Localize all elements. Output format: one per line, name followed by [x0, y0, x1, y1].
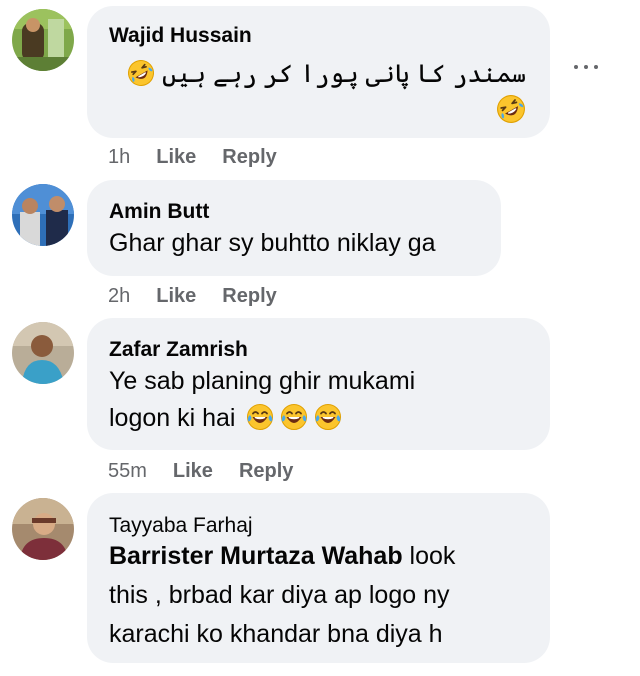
comment-text-line: this , brbad kar diya ap logo ny: [109, 581, 450, 609]
comment-text: Ghar ghar sy buhtto niklay ga: [109, 229, 436, 257]
comment-author[interactable]: Wajid Hussain: [109, 24, 252, 48]
comment-text-line: Barrister Murtaza Wahab look: [109, 537, 455, 576]
comment-bubble: Tayyaba Farhaj Barrister Murtaza Wahab l…: [87, 493, 550, 663]
comment-text-content: logon ki hai: [109, 404, 236, 432]
comment-bubble: Zafar Zamrish Ye sab planing ghir mukami…: [87, 318, 550, 450]
avatar[interactable]: [12, 498, 74, 560]
face-with-tears-of-joy-emoji-icon: [314, 403, 342, 431]
more-options-icon[interactable]: [572, 60, 600, 74]
rolling-on-floor-laughing-emoji-icon: [127, 59, 155, 87]
comment-actions: 1h Like Reply: [108, 146, 277, 169]
comment-text: Ye sab planing ghir mukami logon ki hai: [109, 363, 415, 437]
comment-text: Barrister Murtaza Wahab look this , brba…: [109, 537, 455, 654]
reply-button[interactable]: Reply: [222, 285, 276, 308]
avatar[interactable]: [12, 184, 74, 246]
face-with-tears-of-joy-emoji-icon: [246, 403, 274, 431]
comment-text-line: Ye sab planing ghir mukami: [109, 367, 416, 395]
comment-text-line: logon ki hai: [109, 400, 415, 437]
comment-author[interactable]: Tayyaba Farhaj: [109, 514, 253, 538]
comment-text-content: look: [402, 542, 456, 570]
comment-bubble: Amin Butt Ghar ghar sy buhtto niklay ga: [87, 180, 501, 276]
mention-link[interactable]: Barrister Murtaza Wahab: [109, 542, 403, 570]
reply-button[interactable]: Reply: [222, 146, 276, 169]
comment-text: سمندر کا پانی پورا کر رہے ہیں: [126, 52, 526, 96]
comment-author[interactable]: Zafar Zamrish: [109, 338, 248, 362]
like-button[interactable]: Like: [173, 460, 213, 483]
avatar[interactable]: [12, 9, 74, 71]
reply-button[interactable]: Reply: [239, 460, 293, 483]
comment-timestamp[interactable]: 1h: [108, 146, 130, 169]
comment-actions: 55m Like Reply: [108, 460, 293, 483]
comment-bubble: Wajid Hussain سمندر کا پانی پورا کر رہے …: [87, 6, 550, 138]
like-button[interactable]: Like: [156, 146, 196, 169]
comment-text-content: سمندر کا پانی پورا کر رہے ہیں: [162, 60, 526, 88]
comment-timestamp[interactable]: 55m: [108, 460, 147, 483]
rolling-on-floor-laughing-emoji-icon: [496, 94, 526, 124]
avatar[interactable]: [12, 322, 74, 384]
comment-actions: 2h Like Reply: [108, 285, 277, 308]
comment-timestamp[interactable]: 2h: [108, 285, 130, 308]
face-with-tears-of-joy-emoji-icon: [280, 403, 308, 431]
comment-author[interactable]: Amin Butt: [109, 200, 209, 224]
like-button[interactable]: Like: [156, 285, 196, 308]
comment-text-line: karachi ko khandar bna diya h: [109, 620, 443, 648]
